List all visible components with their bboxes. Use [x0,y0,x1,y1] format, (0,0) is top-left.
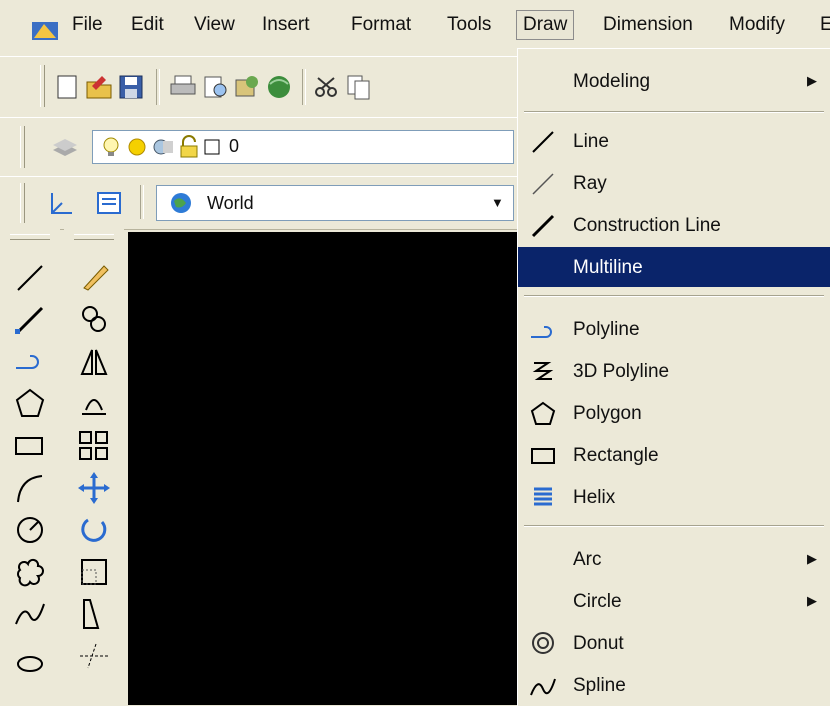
named-ucs-icon[interactable] [94,189,124,219]
ucs-toolbar: World ▼ [0,176,520,230]
layer-color-swatch[interactable] [203,137,223,157]
menu-item-polyline[interactable]: Polyline [518,309,830,349]
copy-icon[interactable] [344,72,374,102]
revision-cloud-tool-icon[interactable] [10,552,50,592]
line-tool-icon[interactable] [10,258,50,298]
menu-edit[interactable]: Edit [131,14,164,36]
menu-item-donut[interactable]: Donut [518,623,830,663]
save-icon[interactable] [116,72,146,102]
copy-object-tool-icon[interactable] [74,300,114,340]
polygon-tool-icon[interactable] [10,384,50,424]
lightbulb-icon[interactable] [99,135,123,159]
array-tool-icon[interactable] [74,426,114,466]
menu-draw[interactable]: Draw [516,10,575,40]
layer-dropdown[interactable]: 0 [92,130,514,164]
toolbar-grip[interactable] [10,234,50,240]
stretch-tool-icon[interactable] [74,594,114,634]
standard-toolbar [0,56,520,118]
menu-divider [524,525,824,527]
plot-preview-icon[interactable] [200,72,230,102]
construction-line-tool-icon[interactable] [10,300,50,340]
ellipse-tool-icon[interactable] [10,636,50,676]
ucs-axis-icon[interactable] [46,189,76,219]
toolbar-grip[interactable] [40,65,45,107]
polyline-tool-icon[interactable] [10,342,50,382]
chevron-down-icon[interactable]: ▼ [491,195,504,210]
menu-tools[interactable]: Tools [447,14,491,36]
polygon-icon [530,401,556,425]
menu-item-arc[interactable]: Arc ▶ [518,539,830,579]
menu-item-3d-polyline[interactable]: 3D Polyline [518,351,830,391]
web-icon[interactable] [264,72,294,102]
menu-item-ray[interactable]: Ray [518,163,830,203]
rectangle-tool-icon[interactable] [10,426,50,466]
lock-icon[interactable] [177,135,201,159]
helix-icon [534,487,552,506]
drawing-canvas[interactable] [128,232,520,705]
submenu-arrow-icon: ▶ [807,593,817,608]
erase-tool-icon[interactable] [74,258,114,298]
menu-item-line[interactable]: Line [518,121,830,161]
ray-icon [532,173,554,195]
menu-dimension[interactable]: Dimension [603,14,693,36]
toolbar-grip[interactable] [20,183,25,223]
menu-item-construction-line[interactable]: Construction Line [518,205,830,245]
menu-modify[interactable]: Modify [729,14,785,36]
draw-menu-dropdown: Modeling ▶ Line Ray Construction Line Mu… [517,48,830,706]
menu-divider [524,111,824,113]
menu-item-modeling[interactable]: Modeling ▶ [518,61,830,101]
menu-file[interactable]: File [72,14,103,36]
line-icon [532,131,554,153]
menu-insert[interactable]: Insert [262,14,310,36]
toolbar-separator [140,185,144,219]
toolbar-grip[interactable] [74,234,114,240]
freeze-sun-icon[interactable] [125,135,149,159]
mirror-tool-icon[interactable] [74,342,114,382]
publish-icon[interactable] [232,72,262,102]
rotate-tool-icon[interactable] [74,510,114,550]
construction-line-icon [531,214,555,238]
cut-icon[interactable] [312,72,342,102]
toolbar-grip[interactable] [20,126,25,168]
spline-tool-icon[interactable] [10,594,50,634]
menu-item-circle[interactable]: Circle ▶ [518,581,830,621]
globe-icon [171,193,191,213]
polyline-icon [531,326,552,338]
menu-express[interactable]: E [820,14,830,36]
menu-format[interactable]: Format [351,14,411,36]
app-icon [32,22,58,40]
menu-item-rectangle[interactable]: Rectangle [518,435,830,475]
3d-polyline-icon [532,362,554,380]
submenu-arrow-icon: ▶ [807,73,817,88]
draw-toolbar [0,228,60,705]
offset-tool-icon[interactable] [74,384,114,424]
menu-item-helix[interactable]: Helix [518,477,830,517]
ucs-value: World [207,193,254,213]
rectangle-icon [531,448,555,464]
viewport-freeze-icon[interactable] [151,135,175,159]
donut-icon [532,632,554,654]
arc-tool-icon[interactable] [10,468,50,508]
submenu-arrow-icon: ▶ [807,551,817,566]
layer-manager-icon[interactable] [50,132,80,162]
spline-icon [530,678,556,696]
menu-item-multiline[interactable]: Multiline [518,247,830,287]
layer-name: 0 [229,136,240,156]
scale-tool-icon[interactable] [74,552,114,592]
toolbar-separator [302,69,306,105]
circle-tool-icon[interactable] [10,510,50,550]
menu-item-spline[interactable]: Spline [518,665,830,705]
menu-item-polygon[interactable]: Polygon [518,393,830,433]
menu-view[interactable]: View [194,14,235,36]
trim-tool-icon[interactable] [74,636,114,676]
open-file-icon[interactable] [84,72,114,102]
print-icon[interactable] [168,72,198,102]
modify-toolbar [64,228,124,705]
ucs-dropdown[interactable]: World ▼ [156,185,514,221]
toolbar-separator [156,69,160,105]
menu-divider [524,295,824,297]
new-file-icon[interactable] [52,72,82,102]
move-tool-icon[interactable] [74,468,114,508]
layers-toolbar: 0 [0,117,520,177]
